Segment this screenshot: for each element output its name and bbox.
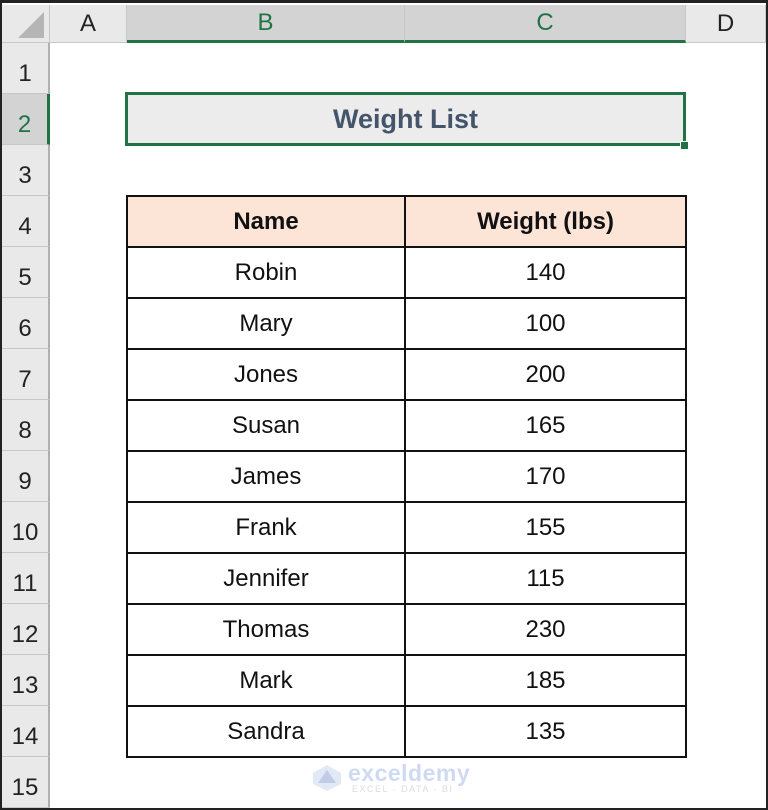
row-header-8[interactable]: 8: [2, 400, 50, 451]
name-cell[interactable]: Robin: [126, 246, 406, 299]
table-row: Mary 100: [126, 297, 687, 350]
row-header-10[interactable]: 10: [2, 502, 50, 553]
weight-table: Name Weight (lbs) Robin 140 Mary 100 Jones 20…: [126, 195, 687, 758]
table-header-row: Name Weight (lbs): [126, 195, 687, 248]
table-row: Mark 185: [126, 654, 687, 707]
name-cell[interactable]: Sandra: [126, 705, 406, 758]
row-header-9[interactable]: 9: [2, 451, 50, 502]
table-row: James 170: [126, 450, 687, 503]
table-row: Sandra 135: [126, 705, 687, 758]
row-header-2[interactable]: 2: [2, 94, 50, 145]
table-row: Robin 140: [126, 246, 687, 299]
weight-cell[interactable]: 230: [404, 603, 687, 656]
table-row: Susan 165: [126, 399, 687, 452]
column-header-d[interactable]: D: [686, 5, 766, 43]
weight-cell[interactable]: 100: [404, 297, 687, 350]
header-weight[interactable]: Weight (lbs): [404, 195, 687, 248]
table-row: Frank 155: [126, 501, 687, 554]
name-cell[interactable]: Jennifer: [126, 552, 406, 605]
name-cell[interactable]: Mary: [126, 297, 406, 350]
row-header-11[interactable]: 11: [2, 553, 50, 604]
name-cell[interactable]: Frank: [126, 501, 406, 554]
header-name[interactable]: Name: [126, 195, 406, 248]
weight-cell[interactable]: 185: [404, 654, 687, 707]
name-cell[interactable]: Mark: [126, 654, 406, 707]
weight-cell[interactable]: 165: [404, 399, 687, 452]
select-all-triangle-icon: [18, 12, 44, 38]
row-header-14[interactable]: 14: [2, 706, 50, 757]
fill-handle[interactable]: [680, 141, 689, 150]
name-cell[interactable]: Jones: [126, 348, 406, 401]
watermark-tagline: EXCEL · DATA · BI: [352, 784, 454, 794]
column-header-c[interactable]: C: [405, 5, 686, 43]
row-header-12[interactable]: 12: [2, 604, 50, 655]
title-cell-merged[interactable]: Weight List: [125, 92, 686, 146]
row-header-1[interactable]: 1: [2, 43, 50, 94]
weight-cell[interactable]: 155: [404, 501, 687, 554]
column-header-a[interactable]: A: [50, 5, 127, 43]
weight-cell[interactable]: 170: [404, 450, 687, 503]
name-cell[interactable]: Susan: [126, 399, 406, 452]
weight-cell[interactable]: 135: [404, 705, 687, 758]
table-row: Jones 200: [126, 348, 687, 401]
row-header-5[interactable]: 5: [2, 247, 50, 298]
row-header-7[interactable]: 7: [2, 349, 50, 400]
table-row: Jennifer 115: [126, 552, 687, 605]
row-header-15[interactable]: 15: [2, 757, 50, 808]
row-header-13[interactable]: 13: [2, 655, 50, 706]
select-all-button[interactable]: [2, 5, 50, 43]
weight-cell[interactable]: 140: [404, 246, 687, 299]
exceldemy-watermark: exceldemy EXCEL · DATA · BI: [312, 762, 470, 794]
weight-cell[interactable]: 115: [404, 552, 687, 605]
name-cell[interactable]: Thomas: [126, 603, 406, 656]
watermark-name: exceldemy: [348, 760, 471, 786]
row-header-6[interactable]: 6: [2, 298, 50, 349]
row-header-3[interactable]: 3: [2, 145, 50, 196]
name-cell[interactable]: James: [126, 450, 406, 503]
column-header-b[interactable]: B: [127, 5, 405, 43]
weight-cell[interactable]: 200: [404, 348, 687, 401]
table-row: Thomas 230: [126, 603, 687, 656]
exceldemy-logo-icon: [313, 765, 341, 791]
row-header-4[interactable]: 4: [2, 196, 50, 247]
